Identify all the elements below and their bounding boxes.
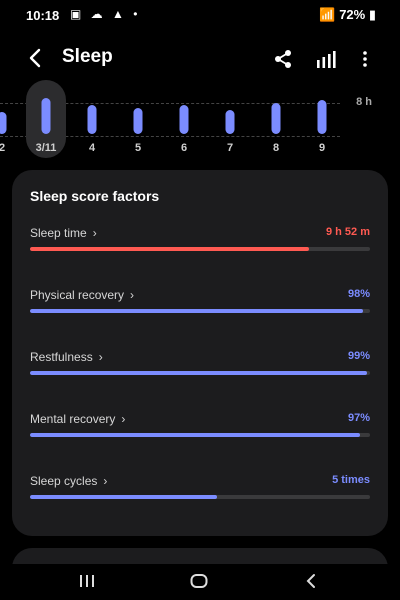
day-column[interactable]: 4	[72, 80, 112, 158]
factor-progress-track	[30, 371, 370, 375]
page-title: Sleep	[62, 46, 113, 67]
day-column[interactable]: 3/11	[26, 80, 66, 158]
battery-icon: ▮	[368, 7, 376, 22]
sleep-duration-bar	[87, 105, 97, 134]
day-column[interactable]: 5	[118, 80, 158, 158]
factor-label: Physical recovery ›	[30, 288, 134, 302]
sleep-score-factors-card: Sleep score factors Sleep time › 9 h 52 m P…	[12, 170, 388, 536]
chevron-right-icon: ›	[92, 226, 97, 240]
factor-progress-fill	[30, 433, 360, 437]
day-column[interactable]: 6	[164, 80, 204, 158]
day-column[interactable]: 2	[0, 80, 22, 158]
more-vertical-icon	[363, 51, 367, 67]
arrow-left-icon	[29, 48, 41, 68]
sleep-duration-bar	[225, 110, 235, 134]
factor-row[interactable]: Restfulness › 99%	[30, 350, 370, 390]
status-bar: 10:18 ▣ ☁ ▲ • 📶 72% ▮	[0, 0, 400, 32]
home-icon	[190, 574, 208, 588]
recent-apps-button[interactable]	[77, 573, 97, 589]
sleep-duration-bar	[271, 103, 281, 134]
factor-label: Mental recovery ›	[30, 412, 125, 426]
sleep-week-graph: 8 h 2 3/11 4 5 6 7 8 9	[0, 80, 400, 160]
recent-apps-icon	[80, 575, 94, 587]
graph-max-label: 8 h	[356, 96, 372, 108]
day-label: 6	[180, 142, 188, 154]
factor-label-text: Sleep time	[30, 226, 87, 240]
app-bar: Sleep	[0, 36, 400, 80]
status-time: 10:18	[26, 8, 60, 23]
back-button[interactable]	[24, 46, 48, 70]
battery-percent: 72%	[339, 7, 366, 22]
factor-progress-fill	[30, 371, 367, 375]
wifi-icon: 📶	[319, 7, 336, 22]
factor-progress-track	[30, 495, 370, 499]
system-back-button[interactable]	[303, 573, 319, 589]
factor-label: Sleep cycles ›	[30, 474, 107, 488]
day-column[interactable]: 7	[210, 80, 250, 158]
factor-label-text: Sleep cycles	[30, 474, 98, 488]
factor-row[interactable]: Mental recovery › 97%	[30, 412, 370, 452]
factor-progress-fill	[30, 247, 309, 251]
bar-chart-icon	[317, 51, 336, 68]
factor-label-text: Physical recovery	[30, 288, 125, 302]
status-right: 📶 72% ▮	[319, 7, 376, 23]
factor-value: 99%	[347, 350, 370, 362]
factor-progress-fill	[30, 495, 217, 499]
share-button[interactable]	[272, 48, 294, 70]
factor-label: Sleep time ›	[30, 226, 97, 240]
factor-row[interactable]: Sleep cycles › 5 times	[30, 474, 370, 514]
chevron-right-icon: ›	[121, 412, 126, 426]
trends-button[interactable]	[314, 48, 336, 70]
card-title: Sleep score factors	[30, 188, 160, 204]
sleep-duration-bar	[41, 98, 51, 134]
factor-value: 98%	[347, 288, 370, 300]
home-button[interactable]	[189, 573, 209, 589]
sleep-duration-bar	[317, 100, 327, 134]
day-label: 7	[226, 142, 234, 154]
sleep-duration-bar	[179, 105, 189, 134]
factor-label-text: Mental recovery	[30, 412, 116, 426]
day-label: 3/11	[35, 142, 57, 154]
day-column[interactable]: 9	[302, 80, 342, 158]
factor-label: Restfulness ›	[30, 350, 103, 364]
factor-row[interactable]: Physical recovery › 98%	[30, 288, 370, 328]
more-options-button[interactable]	[360, 48, 370, 70]
day-label: 5	[134, 142, 142, 154]
day-label: 8	[272, 142, 280, 154]
notification-icons: ▣ ☁ ▲ •	[70, 7, 141, 21]
share-icon	[275, 50, 291, 68]
system-nav-bar	[0, 564, 400, 600]
factor-label-text: Restfulness	[30, 350, 93, 364]
factor-progress-fill	[30, 309, 364, 313]
factor-value: 97%	[347, 412, 370, 424]
factor-progress-track	[30, 433, 370, 437]
sleep-duration-bar	[0, 112, 7, 134]
day-label: 2	[0, 142, 6, 154]
factor-value: 9 h 52 m	[325, 226, 370, 238]
day-label: 9	[318, 142, 326, 154]
factor-progress-track	[30, 247, 370, 251]
day-label: 4	[88, 142, 96, 154]
factor-value: 5 times	[332, 474, 370, 486]
factor-row[interactable]: Sleep time › 9 h 52 m	[30, 226, 370, 266]
sleep-duration-bar	[133, 108, 143, 134]
factor-progress-track	[30, 309, 370, 313]
chevron-left-icon	[306, 574, 315, 588]
chevron-right-icon: ›	[130, 288, 135, 302]
chevron-right-icon: ›	[103, 474, 108, 488]
chevron-right-icon: ›	[98, 350, 103, 364]
day-column[interactable]: 8	[256, 80, 296, 158]
